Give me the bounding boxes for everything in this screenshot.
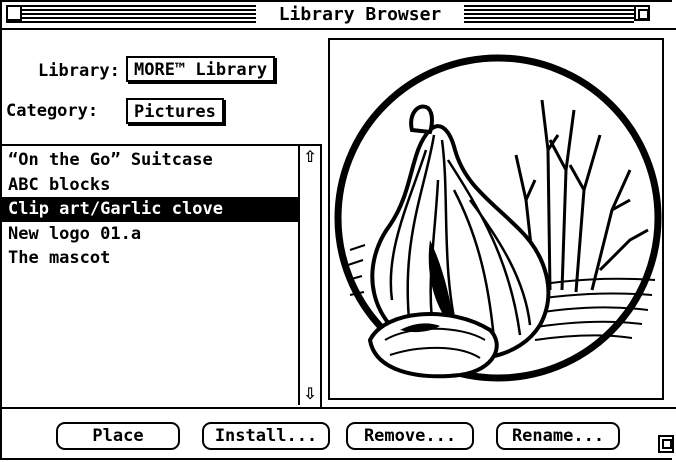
garlic-clove-illustration — [334, 54, 662, 382]
vertical-scrollbar[interactable]: ⇧ ⇩ — [298, 146, 320, 405]
place-button[interactable]: Place — [56, 422, 180, 450]
category-label: Category: — [6, 101, 99, 121]
list-item[interactable]: ABC blocks — [2, 173, 298, 198]
library-label: Library: — [38, 61, 120, 81]
size-box-icon[interactable] — [658, 435, 674, 453]
rename-button[interactable]: Rename... — [496, 422, 620, 450]
list-item[interactable]: The mascot — [2, 246, 298, 271]
close-box-icon[interactable] — [6, 5, 22, 21]
preview-pane — [322, 30, 674, 407]
category-popup[interactable]: Pictures — [126, 98, 224, 124]
down-arrow-icon[interactable]: ⇩ — [300, 383, 320, 405]
button-bar: Place Install... Remove... Rename... — [2, 407, 676, 460]
list-items: “On the Go” Suitcase ABC blocks Clip art… — [2, 148, 298, 271]
title-stripes-left — [6, 5, 256, 23]
title-stripes-right — [464, 5, 634, 23]
preview-frame — [328, 38, 664, 400]
library-popup[interactable]: MORE™ Library — [126, 56, 276, 82]
selector-panel: Library: MORE™ Library Category: Picture… — [2, 30, 322, 140]
title-bar[interactable]: Library Browser — [0, 0, 676, 30]
list-item[interactable]: “On the Go” Suitcase — [2, 148, 298, 173]
list-item[interactable]: New logo 01.a — [2, 222, 298, 247]
up-arrow-icon[interactable]: ⇧ — [300, 146, 320, 168]
install-button[interactable]: Install... — [202, 422, 330, 450]
item-list: “On the Go” Suitcase ABC blocks Clip art… — [2, 144, 322, 407]
list-item-selected[interactable]: Clip art/Garlic clove — [2, 197, 298, 222]
zoom-box-icon[interactable] — [634, 5, 650, 21]
remove-button[interactable]: Remove... — [346, 422, 474, 450]
window-title: Library Browser — [256, 3, 464, 27]
